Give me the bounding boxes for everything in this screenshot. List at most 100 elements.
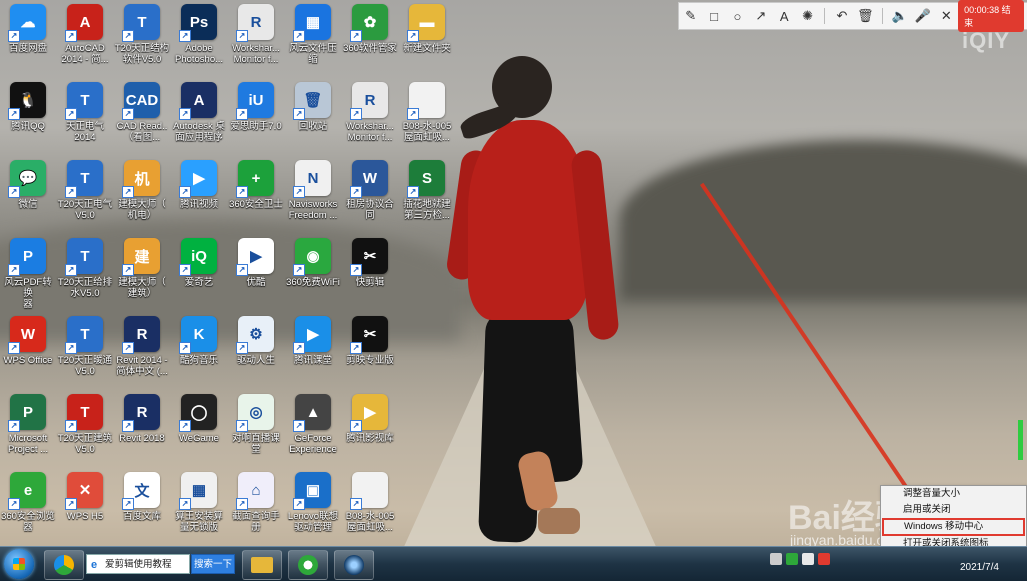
- desktop-icon[interactable]: R ↗ Workshar... Monitor f...: [228, 4, 284, 65]
- speaker-icon[interactable]: 🔈: [889, 5, 910, 27]
- desktop-icon-label: 快剪辑: [355, 277, 385, 288]
- taskbar-explorer-icon[interactable]: [242, 550, 282, 580]
- desktop-icon-label: WeGame: [179, 433, 219, 444]
- ellipse-icon[interactable]: ○: [727, 5, 748, 27]
- desktop-icon[interactable]: iU ↗ 爱思助手7.0: [228, 82, 284, 132]
- desktop-icon-label: T20天正结构 软件V5.0: [114, 43, 170, 65]
- desktop-icon[interactable]: ✿ ↗ 360软件管家: [342, 4, 398, 54]
- rectangle-icon[interactable]: □: [703, 5, 724, 27]
- desktop-icon[interactable]: 建 ↗ 建模大师（ 建筑）: [114, 238, 170, 299]
- app-icon: ⚙ ↗: [236, 316, 274, 354]
- desktop-icon[interactable]: W ↗ 租房协议合 同: [342, 160, 398, 221]
- tray-icon[interactable]: [786, 553, 798, 565]
- desktop-icon[interactable]: A ↗ AutoCAD 2014 - 简...: [57, 4, 113, 65]
- desktop-icon[interactable]: ↗ B08-水-005 屋面虹吸...: [342, 472, 398, 533]
- desktop-icon[interactable]: + ↗ 360安全卫士: [228, 160, 284, 210]
- tray-icon[interactable]: [802, 553, 814, 565]
- desktop-icon[interactable]: e ↗ 360安全浏览 器: [0, 472, 56, 533]
- taskbar-app-icon[interactable]: [334, 550, 374, 580]
- desktop-icon[interactable]: ⌂ ↗ 截面查询手 册: [228, 472, 284, 533]
- app-icon: ▣ ↗: [293, 472, 331, 510]
- taskbar-browser-icon[interactable]: [288, 550, 328, 580]
- pen-icon[interactable]: ✎: [680, 5, 701, 27]
- undo-icon[interactable]: ↶: [831, 5, 852, 27]
- desktop-icon[interactable]: T ↗ T20天正结构 软件V5.0: [114, 4, 170, 65]
- desktop-icon[interactable]: ⚙ ↗ 驱动人生: [228, 316, 284, 366]
- app-icon: ✂ ↗: [350, 316, 388, 354]
- highlighter-icon[interactable]: ✺: [797, 5, 818, 27]
- desktop-icon[interactable]: ☁ ↗ 百度网盘: [0, 4, 56, 54]
- desktop-icon[interactable]: 文 ↗ 百度文库: [114, 472, 170, 522]
- text-tool-icon[interactable]: A: [774, 5, 795, 27]
- microphone-icon[interactable]: 🎤: [912, 5, 933, 27]
- desktop-icon[interactable]: S ↗ 插花地就建 第三方检...: [399, 160, 455, 221]
- desktop-icon[interactable]: T ↗ T20天正电气 V5.0: [57, 160, 113, 221]
- desktop-icon-label: 算王安装算 量无锁版: [175, 511, 223, 533]
- menu-item-adjust-volume[interactable]: 调整音量大小: [881, 486, 1026, 502]
- desktop-icon[interactable]: K ↗ 酷狗音乐: [171, 316, 227, 366]
- shortcut-arrow-icon: ↗: [65, 108, 77, 120]
- desktop-icon-label: 腾讯影视库: [346, 433, 394, 444]
- menu-item-toggle[interactable]: 启用或关闭: [881, 502, 1026, 518]
- desktop-icon[interactable]: N ↗ Navisworks Freedom ...: [285, 160, 341, 221]
- close-icon[interactable]: ✕: [936, 5, 957, 27]
- tray-icon[interactable]: [770, 553, 782, 565]
- app-icon: + ↗: [236, 160, 274, 198]
- desktop-icon[interactable]: 🗑 ↗ 回收站: [285, 82, 341, 132]
- desktop-icon-label: T20天正电气 V5.0: [57, 199, 113, 221]
- shortcut-arrow-icon: ↗: [8, 420, 20, 432]
- desktop-icon[interactable]: R ↗ Workshar... Monitor f...: [342, 82, 398, 143]
- desktop-icon[interactable]: ▲ ↗ GeForce Experience: [285, 394, 341, 455]
- search-button[interactable]: 搜索一下: [191, 554, 235, 574]
- desktop-icon[interactable]: iQ ↗ 爱奇艺: [171, 238, 227, 288]
- desktop-icon[interactable]: ▦ ↗ 算王安装算 量无锁版: [171, 472, 227, 533]
- desktop-icon[interactable]: ◯ ↗ WeGame: [171, 394, 227, 444]
- desktop-icon[interactable]: ↗ B08-水-005 屋面虹吸...: [399, 82, 455, 143]
- app-icon: ◯ ↗: [179, 394, 217, 432]
- desktop-icon[interactable]: ◎ ↗ 对啊直播课 堂: [228, 394, 284, 455]
- arrow-tool-icon[interactable]: ↗: [750, 5, 771, 27]
- desktop-icon[interactable]: T ↗ T20天正暖通 V5.0: [57, 316, 113, 377]
- desktop-icon[interactable]: T ↗ 天正电气 2014: [57, 82, 113, 143]
- taskbar-search-input[interactable]: e 爱剪辑使用教程: [86, 554, 190, 574]
- desktop-icon[interactable]: 🐧 ↗ 腾讯QQ: [0, 82, 56, 132]
- shortcut-arrow-icon: ↗: [8, 498, 20, 510]
- clock-date[interactable]: 2021/7/4: [960, 562, 999, 573]
- menu-item-windows-mobility-center[interactable]: Windows 移动中心: [882, 518, 1025, 536]
- desktop-icon-label: B08-水-005 屋面虹吸...: [402, 121, 452, 143]
- desktop-icon[interactable]: R ↗ Revit 2014 - 简体中文 (...: [114, 316, 170, 377]
- desktop-icon[interactable]: CAD ↗ CAD Read.. （看图...: [114, 82, 170, 143]
- desktop-icon[interactable]: ✕ ↗ WPS H5: [57, 472, 113, 522]
- taskbar-app-360-icon[interactable]: [44, 550, 84, 580]
- desktop-icon-label: 驱动人生: [236, 355, 275, 366]
- desktop-icon[interactable]: A ↗ Autodesk 桌 面应用程序: [171, 82, 227, 143]
- shortcut-arrow-icon: ↗: [236, 264, 248, 276]
- desktop-icon[interactable]: ◉ ↗ 360免费WiFi: [285, 238, 341, 288]
- desktop-icon[interactable]: ▬ ↗ 新建文件夹: [399, 4, 455, 54]
- start-button[interactable]: [4, 549, 34, 579]
- desktop-icon[interactable]: ▶ ↗ 优酷: [228, 238, 284, 288]
- desktop-icon[interactable]: ▶ ↗ 腾讯视频: [171, 160, 227, 210]
- desktop-icon[interactable]: R ↗ Revit 2018: [114, 394, 170, 444]
- desktop-icon-label: Autodesk 桌 面应用程序: [173, 121, 225, 143]
- desktop-icon[interactable]: ▦ ↗ 风云文件压 缩: [285, 4, 341, 65]
- desktop-icon[interactable]: 机 ↗ 建模大师（ 机电）: [114, 160, 170, 221]
- desktop-icon[interactable]: Ps ↗ Adobe Photosho...: [171, 4, 227, 65]
- desktop-icon[interactable]: T ↗ T20天正建筑 V5.0: [57, 394, 113, 455]
- tray-icon[interactable]: [818, 553, 830, 565]
- app-icon: ▶ ↗: [179, 160, 217, 198]
- desktop-icon[interactable]: T ↗ T20天正给排 水V5.0: [57, 238, 113, 299]
- desktop-icon[interactable]: P ↗ 风云PDF转换 器: [0, 238, 56, 310]
- desktop-icon[interactable]: W ↗ WPS Office: [0, 316, 56, 366]
- desktop-icon[interactable]: ✂ ↗ 快剪辑: [342, 238, 398, 288]
- desktop-icon[interactable]: 💬 ↗ 微信: [0, 160, 56, 210]
- delete-icon[interactable]: 🗑: [855, 5, 876, 27]
- desktop-icon[interactable]: ▣ ↗ Lenovo联想 驱动管理: [285, 472, 341, 533]
- desktop-icon[interactable]: ✂ ↗ 剪映专业版: [342, 316, 398, 366]
- shortcut-arrow-icon: ↗: [179, 186, 191, 198]
- desktop-icon-label: 360免费WiFi: [286, 277, 340, 288]
- desktop-icon[interactable]: ▶ ↗ 腾讯课堂: [285, 316, 341, 366]
- desktop-icon[interactable]: ▶ ↗ 腾讯影视库: [342, 394, 398, 444]
- desktop-icon[interactable]: P ↗ Microsoft Project ...: [0, 394, 56, 455]
- shortcut-arrow-icon: ↗: [350, 264, 362, 276]
